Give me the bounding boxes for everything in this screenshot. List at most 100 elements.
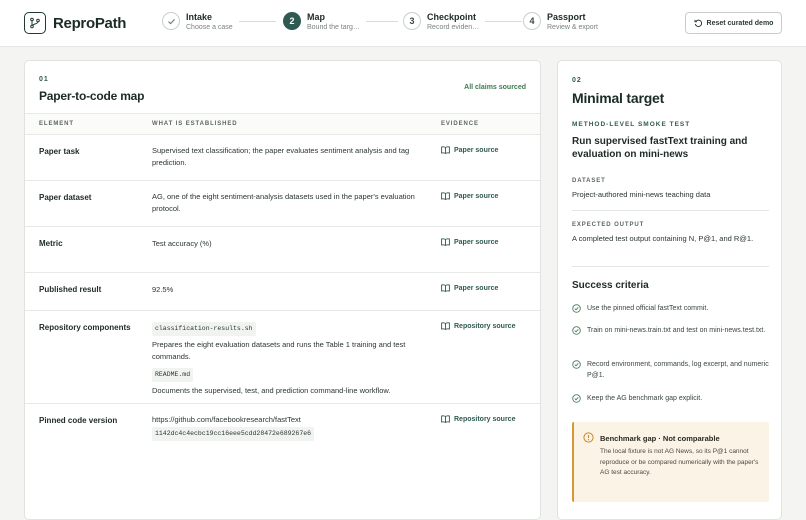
row-element: Repository components — [39, 323, 131, 332]
table-row: Paper dataset AG, one of the eight senti… — [25, 181, 540, 227]
row-what: Supervised text classification; the pape… — [152, 146, 410, 167]
step-title: Passport — [547, 12, 586, 22]
step-passport[interactable]: 4 Passport Review & export — [523, 12, 604, 33]
criteria-item: Keep the AG benchmark gap explicit. — [572, 393, 770, 404]
reset-demo-button[interactable]: Reset curated demo — [685, 12, 782, 34]
row-element: Paper dataset — [39, 193, 92, 202]
check-icon — [162, 12, 180, 30]
table-row: Published result 92.5% Paper source — [25, 273, 540, 311]
row-what: 92.5% — [152, 285, 174, 294]
step-number: 2 — [283, 12, 301, 30]
criteria-text: Train on mini-news.train.txt and test on… — [587, 327, 766, 334]
code-filename: classification-results.sh — [152, 322, 256, 336]
paper-to-code-map-card: 01 Paper-to-code map All claims sourced … — [24, 60, 541, 520]
book-icon — [441, 238, 450, 246]
step-number: 3 — [403, 12, 421, 30]
check-circle-icon — [572, 326, 581, 335]
table-header: ELEMENT WHAT IS ESTABLISHED EVIDENCE — [25, 113, 540, 135]
criteria-item: Use the pinned official fastText commit. — [572, 303, 770, 314]
check-circle-icon — [572, 394, 581, 403]
repository-url[interactable]: https://github.com/facebookresearch/fast… — [152, 414, 424, 426]
git-branch-icon — [24, 12, 46, 34]
file-description: Prepares the eight evaluation datasets a… — [152, 340, 406, 361]
step-subtitle: Bound the targ… — [307, 24, 360, 31]
method-label: METHOD-LEVEL SMOKE TEST — [572, 121, 691, 128]
row-element: Metric — [39, 239, 63, 248]
evidence-link[interactable]: Paper source — [441, 238, 498, 246]
benchmark-gap-warning: Benchmark gap · Not comparable The local… — [572, 422, 769, 502]
evidence-link[interactable]: Paper source — [441, 146, 498, 154]
evidence-label: Paper source — [454, 284, 499, 292]
reset-icon — [694, 19, 702, 27]
criteria-text: Keep the AG benchmark gap explicit. — [587, 395, 703, 402]
evidence-label: Paper source — [454, 146, 499, 154]
evidence-link[interactable]: Repository source — [441, 322, 515, 330]
section-number: 02 — [572, 77, 582, 84]
row-element: Published result — [39, 285, 102, 294]
minimal-target-card: 02 Minimal target METHOD-LEVEL SMOKE TES… — [557, 60, 782, 520]
warning-title: Benchmark gap · Not comparable — [600, 434, 720, 443]
row-element: Pinned code version — [39, 416, 118, 425]
method-title: Run supervised fastText training and eva… — [572, 136, 748, 160]
book-icon — [441, 192, 450, 200]
criteria-text: Record environment, commands, log excerp… — [587, 361, 769, 379]
dataset-label: DATASET — [572, 178, 606, 184]
step-map[interactable]: 2 Map Bound the targ… — [283, 12, 366, 33]
book-icon — [441, 415, 450, 423]
row-what: Test accuracy (%) — [152, 239, 212, 248]
step-title: Intake — [186, 12, 213, 22]
table-row: Repository components classification-res… — [25, 311, 540, 404]
evidence-label: Paper source — [454, 238, 499, 246]
table-row: Pinned code version https://github.com/f… — [25, 404, 540, 464]
column-header-evidence: EVIDENCE — [441, 121, 479, 127]
table-row: Metric Test accuracy (%) Paper source — [25, 227, 540, 273]
criteria-item: Record environment, commands, log excerp… — [572, 359, 770, 381]
app-name: ReproPath — [53, 14, 127, 32]
row-what: classification-results.sh Prepares the e… — [152, 322, 424, 397]
evidence-label: Paper source — [454, 192, 499, 200]
top-header: ReproPath Intake Choose a case 2 Map Bou… — [0, 0, 806, 47]
book-icon — [441, 146, 450, 154]
app-logo[interactable]: ReproPath — [24, 12, 126, 34]
code-filename: README.md — [152, 368, 194, 382]
section-title: Paper-to-code map — [39, 89, 145, 103]
table-row: Paper task Supervised text classificatio… — [25, 135, 540, 181]
step-title: Checkpoint — [427, 12, 477, 22]
warning-icon — [583, 432, 594, 443]
section-title: Minimal target — [572, 90, 665, 106]
step-title: Map — [307, 12, 325, 22]
step-subtitle: Choose a case — [186, 24, 233, 31]
check-circle-icon — [572, 360, 581, 369]
warning-text: The local fixture is not AG News, so its… — [600, 448, 759, 476]
evidence-link[interactable]: Paper source — [441, 192, 498, 200]
check-circle-icon — [572, 304, 581, 313]
step-subtitle: Record eviden… — [427, 24, 480, 31]
commit-hash: 1142dc4c4ecbc19cc16eee5cdd28472e689267e6 — [152, 427, 315, 441]
step-intake[interactable]: Intake Choose a case — [162, 12, 239, 33]
step-subtitle: Review & export — [547, 24, 598, 31]
file-description: Documents the supervised, test, and pred… — [152, 386, 391, 395]
row-element: Paper task — [39, 147, 80, 156]
row-what: https://github.com/facebookresearch/fast… — [152, 414, 424, 441]
evidence-label: Repository source — [454, 415, 516, 423]
divider — [572, 266, 769, 267]
section-number: 01 — [39, 76, 49, 83]
evidence-link[interactable]: Paper source — [441, 284, 498, 292]
criteria-item: Train on mini-news.train.txt and test on… — [572, 325, 770, 336]
sourced-status: All claims sourced — [464, 84, 526, 91]
output-label: EXPECTED OUTPUT — [572, 222, 645, 228]
row-what: AG, one of the eight sentiment-analysis … — [152, 192, 415, 213]
divider — [572, 210, 769, 211]
evidence-label: Repository source — [454, 322, 516, 330]
book-icon — [441, 322, 450, 330]
dataset-value: Project-authored mini-news teaching data — [572, 190, 711, 199]
step-checkpoint[interactable]: 3 Checkpoint Record eviden… — [403, 12, 486, 33]
column-header-element: ELEMENT — [39, 121, 74, 127]
criteria-title: Success criteria — [572, 280, 649, 291]
step-number: 4 — [523, 12, 541, 30]
output-value: A completed test output containing N, P@… — [572, 234, 754, 243]
stepper-connector — [480, 21, 522, 22]
evidence-link[interactable]: Repository source — [441, 415, 515, 423]
column-header-what: WHAT IS ESTABLISHED — [152, 121, 238, 127]
criteria-text: Use the pinned official fastText commit. — [587, 305, 709, 312]
